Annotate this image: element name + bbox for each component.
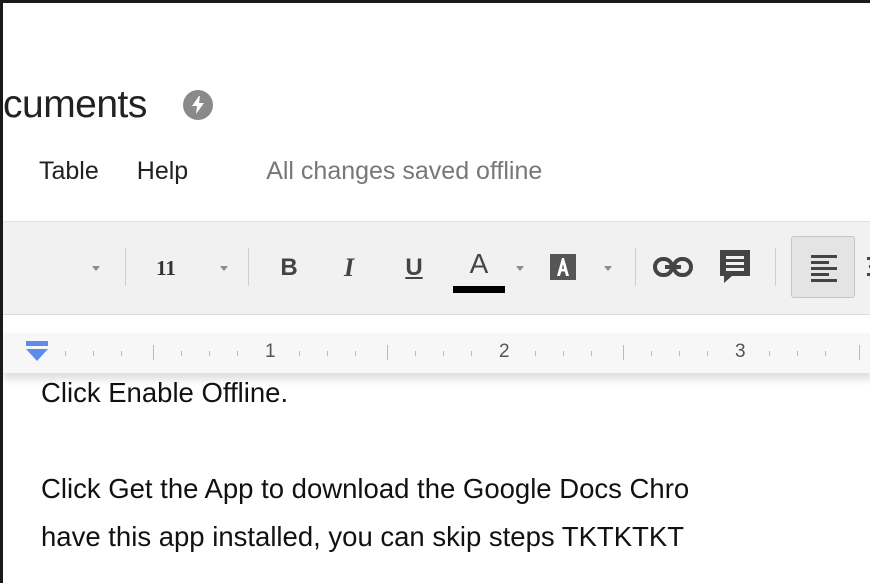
- underline-button[interactable]: U: [398, 250, 430, 286]
- highlight-color-button[interactable]: [546, 250, 580, 284]
- document-paragraph[interactable]: have this app installed, you can skip st…: [41, 521, 684, 553]
- toolbar-divider: [635, 248, 636, 286]
- ruler-tick: [679, 351, 680, 356]
- document-title[interactable]: cuments: [3, 83, 147, 127]
- menu-help[interactable]: Help: [137, 157, 188, 186]
- ruler-tick: [355, 351, 356, 356]
- ruler-tick: [299, 351, 300, 356]
- highlight-color-dropdown[interactable]: [601, 262, 615, 274]
- font-size-dropdown[interactable]: 11: [137, 252, 247, 284]
- ruler-tick: [825, 351, 826, 356]
- ruler-tick: [237, 351, 238, 356]
- ruler-tick: [443, 351, 444, 356]
- text-color-button[interactable]: A: [453, 246, 505, 282]
- link-icon: [653, 257, 693, 277]
- ruler-tick: [327, 351, 328, 356]
- document-paragraph[interactable]: Click Get the App to download the Google…: [41, 473, 689, 505]
- chevron-down-icon: [604, 265, 612, 271]
- menu-table[interactable]: Table: [39, 157, 99, 186]
- toolbar-divider: [775, 248, 776, 286]
- ruler[interactable]: 1 2 3: [3, 333, 870, 373]
- toolbar-divider: [125, 248, 126, 286]
- ruler-tick: [563, 351, 564, 356]
- align-left-icon: [811, 255, 837, 282]
- toolbar-divider: [248, 248, 249, 286]
- italic-icon: I: [343, 253, 355, 282]
- ruler-tick: [121, 351, 122, 356]
- ruler-tick: [769, 351, 770, 356]
- ruler-tick: [623, 345, 624, 360]
- formatting-toolbar: 11 B I U A: [3, 221, 870, 315]
- ruler-tick: [651, 351, 652, 356]
- ruler-tick: [535, 351, 536, 356]
- ruler-tick: [181, 351, 182, 356]
- ruler-number: 3: [735, 341, 746, 362]
- ruler-tick: [387, 345, 388, 360]
- ruler-tick: [471, 351, 472, 356]
- insert-link-button[interactable]: [651, 252, 695, 282]
- indent-marker-icon[interactable]: [25, 339, 51, 365]
- highlight-icon: [550, 254, 576, 280]
- comment-icon: [720, 250, 750, 283]
- offline-bolt-icon[interactable]: [182, 90, 213, 120]
- align-center-icon: [867, 257, 870, 276]
- align-center-button[interactable]: [863, 252, 870, 282]
- underline-icon: U: [405, 254, 423, 281]
- bold-icon: B: [280, 254, 298, 281]
- text-color-icon: A: [469, 248, 489, 279]
- ruler-tick: [209, 351, 210, 356]
- chevron-down-icon: [516, 265, 524, 271]
- ruler-tick: [859, 345, 860, 360]
- menu-bar: Table Help All changes saved offline: [3, 151, 542, 191]
- ruler-tick: [591, 351, 592, 356]
- chevron-down-icon: [219, 265, 228, 271]
- ruler-tick: [797, 351, 798, 356]
- chevron-down-icon: [92, 265, 100, 271]
- insert-comment-button[interactable]: [715, 246, 755, 286]
- text-color-dropdown[interactable]: [513, 262, 527, 274]
- document-paragraph[interactable]: Click Enable Offline.: [41, 377, 288, 409]
- ruler-tick: [93, 351, 94, 356]
- bold-button[interactable]: B: [273, 250, 305, 286]
- ruler-number: 2: [499, 341, 510, 362]
- ruler-tick: [153, 345, 154, 360]
- ruler-number: 1: [265, 341, 276, 362]
- align-left-button[interactable]: [791, 236, 855, 298]
- text-color-indicator: [453, 286, 505, 293]
- ruler-tick: [65, 351, 66, 356]
- font-family-dropdown[interactable]: [89, 262, 103, 274]
- ruler-tick: [415, 351, 416, 356]
- italic-button[interactable]: I: [333, 250, 365, 286]
- title-row: cuments: [3, 81, 213, 129]
- app-window: cuments Table Help All changes saved off…: [0, 0, 870, 583]
- font-size-value: 11: [156, 255, 176, 280]
- ruler-tick: [707, 351, 708, 356]
- save-status: All changes saved offline: [266, 156, 543, 185]
